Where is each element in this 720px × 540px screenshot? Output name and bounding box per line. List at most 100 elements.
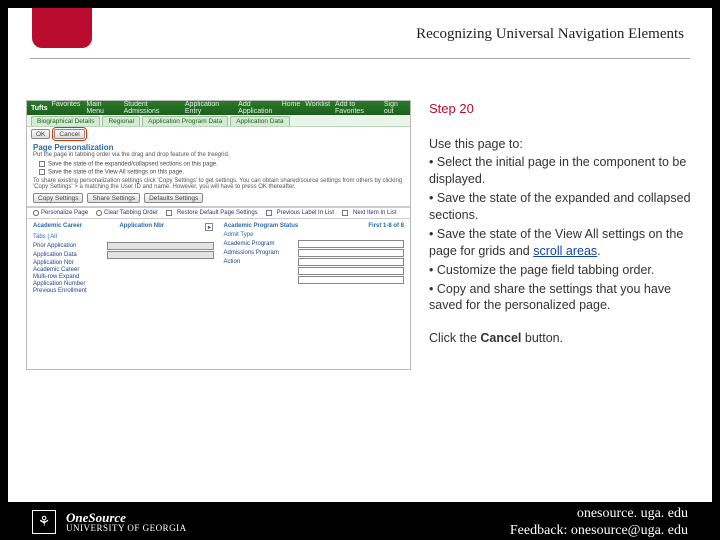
- dual-column: Academic Career Application Nbr ▸ Tabs |…: [27, 219, 410, 295]
- page-title: Recognizing Universal Navigation Element…: [416, 26, 684, 43]
- data-row: Prior Application: [33, 242, 214, 250]
- left-data-block: Academic Career Application Nbr ▸ Tabs |…: [33, 223, 214, 295]
- bullet-tail: .: [597, 244, 600, 258]
- share-settings-button[interactable]: Share Settings: [87, 193, 140, 203]
- block-heading: Academic Career Application Nbr ▸: [33, 223, 214, 231]
- data-row: [224, 276, 405, 284]
- grid-option[interactable]: Clear Tabbing Order: [96, 210, 158, 216]
- sub-heading: Admit Type: [224, 231, 405, 239]
- grid-option-strip: Personalize Page Clear Tabbing Order Res…: [27, 207, 410, 219]
- nav-item[interactable]: Add Application: [238, 101, 281, 115]
- grid-option[interactable]: Restore Default Page Settings: [166, 210, 258, 216]
- data-row: Action: [224, 258, 405, 266]
- tab[interactable]: Biographical Details: [31, 116, 100, 126]
- grid-label: Restore Default Page Settings: [177, 210, 258, 216]
- input-field[interactable]: [298, 276, 405, 284]
- checkbox-label: Save the state of the View All settings …: [48, 169, 184, 175]
- bullet-item: • Save the state of the expanded and col…: [429, 190, 694, 224]
- tab[interactable]: Regional: [102, 116, 140, 126]
- app-breadcrumb: Favorites Main Menu Student Admissions A…: [52, 101, 282, 115]
- sub-tabs: Tabs | All: [33, 233, 214, 241]
- checkbox-icon: [266, 210, 272, 216]
- checkbox-row[interactable]: Save the state of the expanded/collapsed…: [39, 161, 398, 168]
- footer-right: onesource. uga. edu Feedback: onesource@…: [510, 505, 688, 540]
- checkbox-label: Save the state of the expanded/collapsed…: [48, 162, 218, 168]
- grid-label: Clear Tabbing Order: [104, 210, 158, 216]
- intro-line: Use this page to:: [429, 136, 694, 153]
- click-suffix: button.: [521, 331, 563, 345]
- app-header-right: Home Worklist Add to Favorites Sign out: [282, 101, 406, 115]
- right-data-block: Academic Program Status First 1-8 of 8 A…: [224, 223, 405, 295]
- expand-icon[interactable]: ▸: [205, 223, 213, 231]
- filter-text: Tabs | All: [33, 234, 57, 240]
- data-row: Academic Career: [33, 267, 214, 273]
- input-field[interactable]: [298, 267, 405, 275]
- nav-item[interactable]: Student Admissions: [124, 101, 179, 115]
- input-field[interactable]: [298, 240, 405, 248]
- nav-item[interactable]: Application Entry: [185, 101, 232, 115]
- click-instruction: Click the Cancel button.: [429, 330, 694, 347]
- input-field[interactable]: [107, 242, 214, 250]
- click-prefix: Click the: [429, 331, 480, 345]
- grid-label: Previous Label In List: [277, 210, 334, 216]
- block-heading: Academic Program Status First 1-8 of 8: [224, 223, 405, 229]
- nav-favorites[interactable]: Add to Favorites: [335, 101, 379, 115]
- app-intro2: To share existing personalization settin…: [27, 178, 410, 190]
- copy-settings-button[interactable]: Copy Settings: [33, 193, 83, 203]
- slide: Recognizing Universal Navigation Element…: [8, 8, 712, 502]
- row-label: Prior Application: [33, 243, 103, 249]
- row-label: Application Number: [33, 281, 103, 287]
- heading-right: First 1-8 of 8: [368, 223, 404, 229]
- checkbox-icon: [39, 161, 45, 167]
- default-settings-button[interactable]: Defaults Settings: [144, 193, 203, 203]
- data-row: Multi-row Expand: [33, 274, 214, 280]
- tab[interactable]: Application Data: [230, 116, 289, 126]
- step-label: Step 20: [429, 100, 694, 118]
- checkbox-icon: [39, 169, 45, 175]
- grid-option[interactable]: Personalize Page: [33, 210, 88, 216]
- content: Tufts Favorites Main Menu Student Admiss…: [26, 100, 694, 484]
- app-button-row: OK Cancel: [27, 127, 410, 141]
- app-header: Tufts Favorites Main Menu Student Admiss…: [27, 101, 410, 115]
- nav-signout[interactable]: Sign out: [384, 101, 406, 115]
- input-field[interactable]: [107, 251, 214, 259]
- checkbox-icon: [342, 210, 348, 216]
- mini-button-row: Copy Settings Share Settings Defaults Se…: [27, 190, 410, 207]
- row-label: Academic Career: [33, 267, 103, 273]
- app-logo: Tufts: [31, 105, 48, 112]
- footer-feedback: Feedback: onesource@uga. edu: [510, 522, 688, 540]
- input-field[interactable]: [298, 249, 405, 257]
- nav-item[interactable]: Main Menu: [86, 101, 117, 115]
- bullet-item: • Copy and share the settings that you h…: [429, 281, 694, 315]
- bullet-text: Copy and share the settings that you hav…: [429, 282, 671, 313]
- grid-option[interactable]: Previous Label In List: [266, 210, 334, 216]
- red-tab-accent: [32, 8, 92, 48]
- click-target: Cancel: [480, 331, 521, 345]
- row-label: Application Data: [33, 252, 103, 258]
- checkbox-list: Save the state of the expanded/collapsed…: [27, 158, 410, 178]
- nav-item[interactable]: Favorites: [52, 101, 81, 115]
- scroll-areas-link[interactable]: scroll areas: [533, 244, 597, 258]
- heading-text: Academic Program Status: [224, 223, 299, 229]
- input-field[interactable]: [298, 258, 405, 266]
- seal-glyph: ⚘: [38, 514, 51, 531]
- data-row: Application Number: [33, 281, 214, 287]
- brand-block: OneSource UNIVERSITY OF GEORGIA: [66, 511, 187, 533]
- app-section-title: Page Personalization: [27, 141, 410, 152]
- tab[interactable]: Application Program Data: [142, 116, 228, 126]
- radio-icon: [96, 210, 102, 216]
- data-row: Application Data: [33, 251, 214, 259]
- row-label: Application Nbr: [33, 260, 103, 266]
- ok-button[interactable]: OK: [31, 129, 50, 139]
- bullet-item: • Save the state of the View All setting…: [429, 226, 694, 260]
- cancel-button[interactable]: Cancel: [54, 129, 84, 139]
- uga-seal-icon: ⚘: [32, 510, 56, 534]
- nav-worklist[interactable]: Worklist: [305, 101, 330, 115]
- grid-option[interactable]: Next Item In List: [342, 210, 396, 216]
- app-screenshot: Tufts Favorites Main Menu Student Admiss…: [26, 100, 411, 370]
- nav-home[interactable]: Home: [282, 101, 301, 115]
- checkbox-row[interactable]: Save the state of the View All settings …: [39, 169, 398, 176]
- bullet-text: Save the state of the expanded and colla…: [429, 191, 691, 222]
- divider: [30, 58, 690, 59]
- grid-label: Personalize Page: [41, 210, 88, 216]
